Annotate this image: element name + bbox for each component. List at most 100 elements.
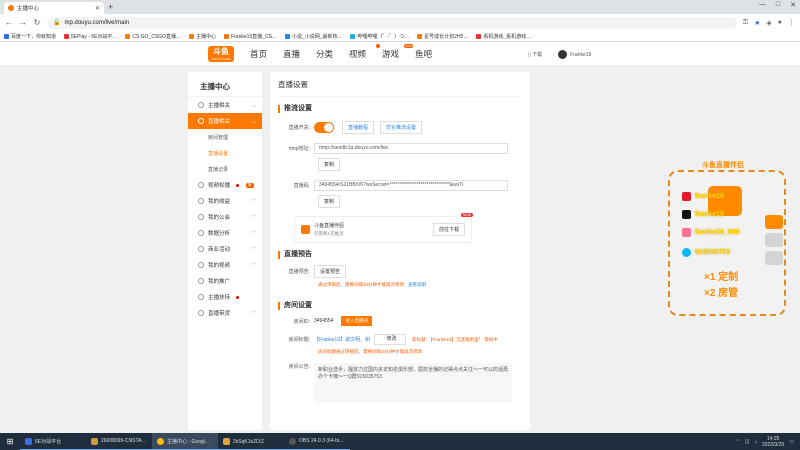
sidebar-subitem-live-records[interactable]: 直播记录 [188,161,262,177]
avatar [558,50,568,59]
sidebar-item-commerce[interactable]: 直播带货 ﹀ [188,305,262,321]
url-text: mp.douyu.com/live/main [64,19,130,26]
tray-up-icon[interactable]: ⌃ [736,439,740,445]
notification-icon[interactable]: ▭ [789,439,794,445]
nav-fishbar[interactable]: 鱼吧 [415,48,448,60]
taskbar-item-chrome[interactable]: 主播中心 - Googl… [152,433,218,450]
sidebar-item-video-stream[interactable]: 视频松播 新 [188,177,262,193]
promo-text: 斗鱼直播伴侣 仅需要1次推流 [314,223,429,237]
key-icon[interactable]: ⚿ [743,19,748,27]
share-icon[interactable] [765,233,783,247]
bookmark-star-icon[interactable]: ★ [754,19,760,27]
floating-side-buttons [765,215,785,275]
preview-help-link[interactable]: 查看说明 [408,282,426,288]
taskbar-item-folder[interactable]: 2kSqK1e2D江 [218,433,284,450]
bookmark-item[interactable]: Franke19直播_CS… [224,33,277,40]
extension-icon[interactable]: ◈ [766,19,771,27]
sidebar-item-income[interactable]: 我的收益 ﹀ [188,193,262,209]
browser-tab[interactable]: 主播中心 ✕ [4,2,104,14]
menu-icon[interactable]: ⋮ [788,19,795,27]
maximize-icon[interactable]: □ [776,1,780,9]
overlay-bili-name: franke19_999 [695,229,740,236]
nav-live[interactable]: 直播 [283,48,316,60]
tab-title: 主播中心 [17,6,40,12]
sidebar-item-promotion[interactable]: 我的推广 [188,273,262,289]
nav-game-badge: NEW [404,44,413,48]
new-title-status: 新标题: 【Franke19】沉迷夜色里！ 审核中 [412,336,498,342]
douyu-favicon-icon [8,5,14,11]
tutorial-button[interactable]: 直播教程 [342,121,375,134]
taskbar-item-csgo[interactable]: 26008099-CNSTA… [86,433,152,450]
live-switch-toggle[interactable] [314,122,334,133]
bookmark-item[interactable]: CS:GO_CSGO直播… [125,33,181,40]
bookmark-item[interactable]: 小说_小说网_最新热… [284,33,342,40]
bookmark-item[interactable]: 5EPlay - 5E对战平… [64,33,117,40]
copy-code-button[interactable]: 复制 [318,195,341,208]
sidebar-item-support[interactable]: 主播扶持 [188,289,262,305]
logo-subtext: DOUYU.COM [211,57,231,61]
bookmark-favicon-icon [417,33,423,39]
set-preview-button[interactable]: 设置预告 [314,265,347,278]
nav-category[interactable]: 分类 [316,48,349,60]
bookmark-item[interactable]: 主播中心 [189,33,216,40]
clock[interactable]: 14:25 2022/3/25 [762,436,784,448]
sidebar-subitem-live-settings[interactable]: 直播设置 [188,145,262,161]
bookmark-item[interactable]: 看机游戏_看机游戏… [476,33,531,40]
user-menu[interactable]: Franke19 [558,50,591,59]
bookmark-item[interactable]: 哔哩哔哩（゜-゜）つ… [350,33,409,40]
nav-video[interactable]: 视频 [349,44,382,60]
window-controls: — □ ✕ [759,1,796,9]
address-bar[interactable]: 🔒 mp.douyu.com/live/main [47,16,737,29]
sidebar-item-guild[interactable]: 我的公会 ﹀ [188,209,262,225]
download-link[interactable]: ▯ 下载 [528,51,542,58]
edit-title-button[interactable]: 修改 [374,334,406,345]
nav-home[interactable]: 首页 [250,48,283,60]
taskbar-item-obs[interactable]: OBS 24.0.3 (64-bi… [284,433,350,450]
sidebar-item-label: 我的收益 [208,199,231,205]
sidebar-item-my-videos[interactable]: 我的视频 ﹀ [188,257,262,273]
sidebar-item-anchor[interactable]: 主播相关 ︿ [188,97,262,113]
reload-icon[interactable]: ↻ [33,18,41,27]
network-icon[interactable]: ◫ [745,439,750,445]
bookmark-item[interactable]: 星号成长计划2H5… [417,33,468,40]
sidebar-item-analytics[interactable]: 数据分析 ﹀ [188,225,262,241]
forward-icon[interactable]: → [19,18,27,27]
sidebar-item-live[interactable]: 直播相关 ︿ [188,113,262,129]
sidebar-subitem-room[interactable]: 房间管理 [188,129,262,145]
volume-icon[interactable]: ♪ [755,439,758,445]
minimize-icon[interactable]: — [759,1,766,9]
sidebar-item-label: 我的推广 [208,279,231,285]
promo-new-badge: NEW [460,213,473,217]
companion-app-icon [301,225,310,234]
nav-game[interactable]: 游戏 NEW [382,44,415,60]
enter-room-button[interactable]: 进入直播间 [341,316,372,326]
new-tab-button[interactable]: + [108,2,113,12]
optimize-stream-button[interactable]: 优化推流设置 [380,121,423,134]
live-switch-label: 直播开关: [288,125,310,131]
stream-code-field[interactable]: 3494554rS21BBIV6?wsSecret=**************… [314,180,508,191]
nav-game-label: 游戏 [382,49,400,59]
back-icon[interactable]: ← [5,18,13,27]
douyu-logo[interactable]: 斗鱼 DOUYU.COM [208,46,234,62]
download-companion-button[interactable]: 前往下载 [432,223,465,236]
copy-rtmp-button[interactable]: 复制 [318,158,341,171]
windows-start-icon[interactable]: ⊞ [0,437,20,446]
close-window-icon[interactable]: ✕ [790,1,796,9]
bookmark-label: 星号成长计划2H5… [424,33,469,40]
profile-icon[interactable]: ● [778,19,782,26]
taskbar-item-5e[interactable]: 5E对战平台 [20,433,86,450]
notification-dot [236,183,240,187]
browser-toolbar: ← → ↻ 🔒 mp.douyu.com/live/main ⚿ ★ ◈ ● ⋮ [0,14,800,31]
room-notice-textarea[interactable]: 新职业选手，擅技力过国内多支知名俱乐部，屈欢全播的记得点点关注～一可以的话再办个… [314,363,512,403]
scroll-top-icon[interactable] [765,251,783,265]
notification-dot [236,295,240,299]
play-icon[interactable] [765,215,783,229]
sidebar-item-label: 我的视频 [208,263,231,269]
sidebar-item-business[interactable]: 商业活动 ﹀ [188,241,262,257]
nav-video-badge [376,44,380,48]
chevron-up-icon: ︿ [250,102,256,109]
bookmark-item[interactable]: 百度一下，你就知道 [4,33,56,40]
overlay-douyin-name: franke19 [695,211,724,218]
close-tab-icon[interactable]: ✕ [95,5,100,12]
rtmp-field[interactable]: rtmp://sendtc1a.douyu.com/live [314,143,508,154]
